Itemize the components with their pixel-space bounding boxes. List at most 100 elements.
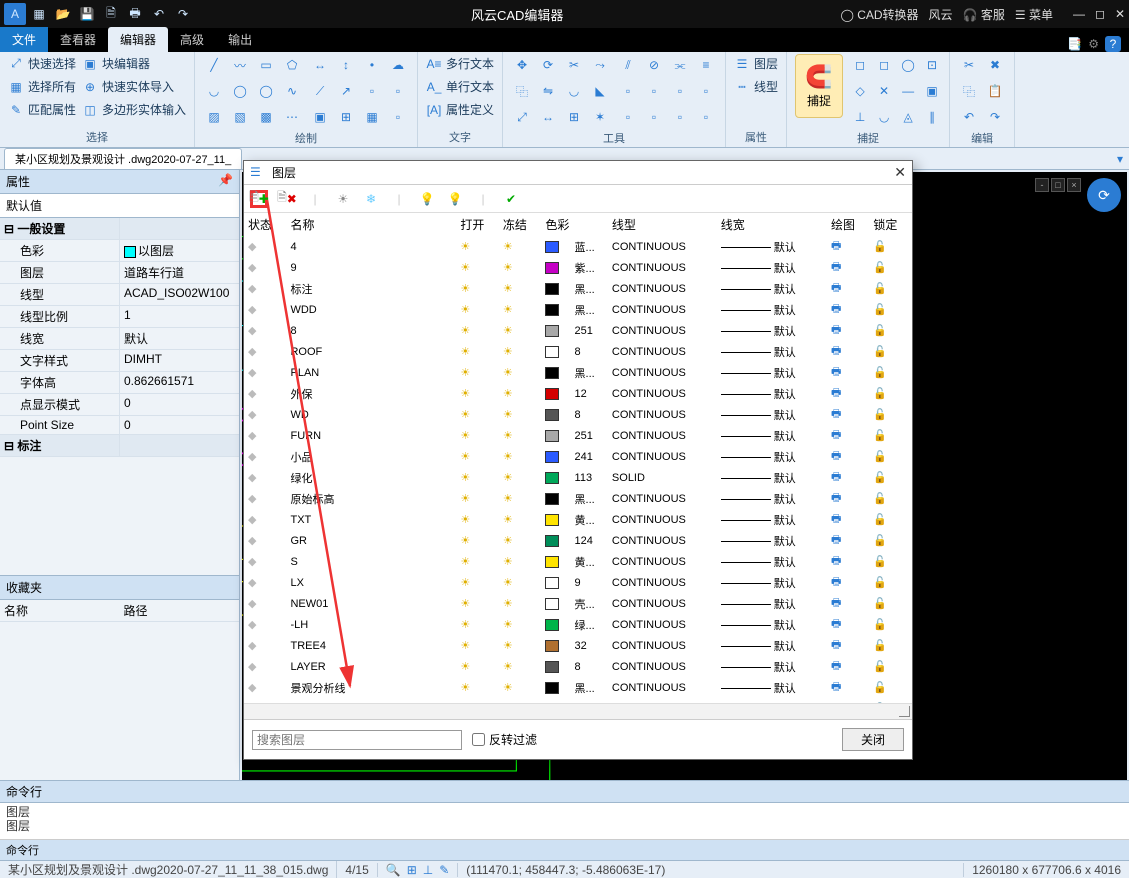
snow-tool-icon[interactable]: ❄ — [362, 190, 380, 208]
arc-icon[interactable]: ◡ — [203, 80, 225, 102]
redo-icon[interactable]: ↷ — [172, 3, 194, 25]
tab-dropdown-icon[interactable]: ▾ — [1117, 152, 1129, 166]
insert-icon[interactable]: ⊞ — [335, 106, 357, 128]
linetype-button[interactable]: ┉线型 — [734, 77, 778, 96]
move-icon[interactable]: ✥ — [511, 54, 533, 76]
col-lock[interactable]: 锁定 — [869, 213, 912, 236]
layer-row[interactable]: ◆WD☀☀8CONTINUOUS 默认🖶🔓 — [244, 404, 912, 425]
hatch3-icon[interactable]: ▩ — [255, 106, 277, 128]
layer-row[interactable]: ◆9☀☀紫...CONTINUOUS 默认🖶🔓 — [244, 257, 912, 278]
layer-grid[interactable]: 状态 名称 打开 冻结 色彩 线型 线宽 绘图 锁定 ◆4☀☀蓝...CONTI… — [244, 213, 912, 703]
tab-viewer[interactable]: 查看器 — [48, 27, 108, 52]
property-row[interactable]: 线型比例1 — [0, 306, 239, 328]
mirror-icon[interactable]: ⇋ — [537, 80, 559, 102]
t5-icon[interactable]: ▫ — [617, 80, 639, 102]
fillet-icon[interactable]: ◡ — [563, 80, 585, 102]
scrollbar-horizontal[interactable] — [244, 703, 912, 719]
ray-icon[interactable]: ↗ — [335, 80, 357, 102]
select-all-button[interactable]: ▦选择所有 — [8, 77, 76, 96]
explode-icon[interactable]: ✶ — [589, 106, 611, 128]
property-row[interactable]: Point Size0 — [0, 416, 239, 435]
copy2-icon[interactable]: ⿻ — [958, 80, 980, 102]
join-icon[interactable]: ⫘ — [669, 54, 691, 76]
new-layer-button[interactable]: 🗎✚ — [250, 190, 268, 208]
ellipse-icon[interactable]: ◯ — [255, 80, 277, 102]
col-color[interactable]: 色彩 — [541, 213, 608, 236]
dialog-close-footer-button[interactable]: 关闭 — [842, 728, 904, 751]
trim-icon[interactable]: ✂ — [563, 54, 585, 76]
property-row[interactable]: 线型ACAD_ISO02W100 — [0, 284, 239, 306]
snap-tan-icon[interactable]: ◡ — [873, 106, 895, 128]
align-icon[interactable]: ≡ — [695, 54, 717, 76]
hatch-icon[interactable]: ▨ — [203, 106, 225, 128]
layer-row[interactable]: ◆外保☀☀12CONTINUOUS 默认🖶🔓 — [244, 383, 912, 404]
scale-icon[interactable]: ⤢ — [511, 106, 533, 128]
t12-icon[interactable]: ▫ — [695, 106, 717, 128]
circle-icon[interactable]: ◯ — [229, 80, 251, 102]
status-grid-icon[interactable]: ⊞ — [407, 863, 417, 877]
block-editor-button[interactable]: ▣块编辑器 — [82, 54, 186, 73]
dialog-close-button[interactable]: ✕ — [894, 164, 906, 181]
layer-row[interactable]: ◆原始标高☀☀黑...CONTINUOUS 默认🖶🔓 — [244, 488, 912, 509]
panel-pin-icon[interactable]: 📌 — [218, 173, 233, 190]
layer-row[interactable]: ◆标注☀☀黑...CONTINUOUS 默认🖶🔓 — [244, 278, 912, 299]
col-lweight[interactable]: 线宽 — [717, 213, 827, 236]
dim-icon[interactable]: ↔ — [309, 54, 331, 76]
layer-row[interactable]: ◆TXT☀☀黄...CONTINUOUS 默认🖶🔓 — [244, 509, 912, 530]
invert-filter-checkbox[interactable]: 反转过滤 — [472, 731, 537, 748]
save-icon[interactable]: 💾 — [76, 3, 98, 25]
chamfer-icon[interactable]: ◣ — [589, 80, 611, 102]
mtext-button[interactable]: A≡多行文本 — [426, 54, 494, 73]
document-tab[interactable]: 某小区规划及景观设计 .dwg2020-07-27_11_ — [4, 148, 242, 169]
status-ortho-icon[interactable]: ⊥ — [423, 863, 433, 877]
undo-icon[interactable]: ↶ — [148, 3, 170, 25]
layer-row[interactable]: ◆PLAN☀☀黑...CONTINUOUS 默认🖶🔓 — [244, 362, 912, 383]
fast-import-button[interactable]: ⊕快速实体导入 — [82, 77, 186, 96]
status-pen-icon[interactable]: ✎ — [439, 863, 449, 877]
xline-icon[interactable]: ⟋ — [309, 80, 331, 102]
t10-icon[interactable]: ▫ — [643, 106, 665, 128]
property-row[interactable]: 图层道路车行道 — [0, 262, 239, 284]
snap-par-icon[interactable]: ∥ — [921, 106, 943, 128]
bulb-on-icon[interactable]: 💡 — [446, 190, 464, 208]
snap-end-icon[interactable]: ◻ — [849, 54, 871, 76]
snap-toggle-button[interactable]: 🧲 捕捉 — [795, 54, 843, 118]
property-row[interactable]: 文字样式DIMHT — [0, 350, 239, 372]
layer-row[interactable]: ◆FURN☀☀251CONTINUOUS 默认🖶🔓 — [244, 425, 912, 446]
canvas-max-icon[interactable]: □ — [1051, 178, 1065, 192]
property-row[interactable]: 线宽默认 — [0, 328, 239, 350]
layer-row[interactable]: ◆小品☀☀241CONTINUOUS 默认🖶🔓 — [244, 446, 912, 467]
hatch2-icon[interactable]: ▧ — [229, 106, 251, 128]
maximize-button[interactable]: ◻ — [1095, 7, 1105, 21]
layer-row[interactable]: ◆LX☀☀9CONTINUOUS 默认🖶🔓 — [244, 572, 912, 593]
delete-layer-button[interactable]: 🗎✖ — [278, 190, 296, 208]
more1-icon[interactable]: ▫ — [361, 80, 383, 102]
layer-row[interactable]: ◆4☀☀蓝...CONTINUOUS 默认🖶🔓 — [244, 236, 912, 257]
layer-row[interactable]: ◆NEW01☀☀壳...CONTINUOUS 默认🖶🔓 — [244, 593, 912, 614]
redo2-icon[interactable]: ↷ — [984, 106, 1006, 128]
layer-row[interactable]: ◆TREE4☀☀32CONTINUOUS 默认🖶🔓 — [244, 635, 912, 656]
misc-icon[interactable]: ⋯ — [281, 106, 303, 128]
break-icon[interactable]: ⊘ — [643, 54, 665, 76]
snap-cen-icon[interactable]: ◯ — [897, 54, 919, 76]
close-button[interactable]: ✕ — [1115, 7, 1125, 21]
table-icon[interactable]: ▦ — [361, 106, 383, 128]
t11-icon[interactable]: ▫ — [669, 106, 691, 128]
layer-row[interactable]: ◆ROOF☀☀8CONTINUOUS 默认🖶🔓 — [244, 341, 912, 362]
more3-icon[interactable]: ▫ — [387, 106, 409, 128]
layer-row[interactable]: ◆8☀☀251CONTINUOUS 默认🖶🔓 — [244, 320, 912, 341]
snap-ins-icon[interactable]: ▣ — [921, 80, 943, 102]
canvas-close-icon[interactable]: × — [1067, 178, 1081, 192]
layer-row[interactable]: ◆绿化☀☀113SOLID 默认🖶🔓 — [244, 467, 912, 488]
block-icon[interactable]: ▣ — [309, 106, 331, 128]
brand-link[interactable]: 风云 — [929, 6, 953, 23]
col-on[interactable]: 打开 — [456, 213, 498, 236]
layer-search-input[interactable] — [252, 730, 462, 750]
point-icon[interactable]: • — [361, 54, 383, 76]
snap-per-icon[interactable]: ⊥ — [849, 106, 871, 128]
delete-icon[interactable]: ✖ — [984, 54, 1006, 76]
property-row[interactable]: 色彩以图层 — [0, 240, 239, 262]
snap-nea-icon[interactable]: ◬ — [897, 106, 919, 128]
undo2-icon[interactable]: ↶ — [958, 106, 980, 128]
col-freeze[interactable]: 冻结 — [499, 213, 541, 236]
